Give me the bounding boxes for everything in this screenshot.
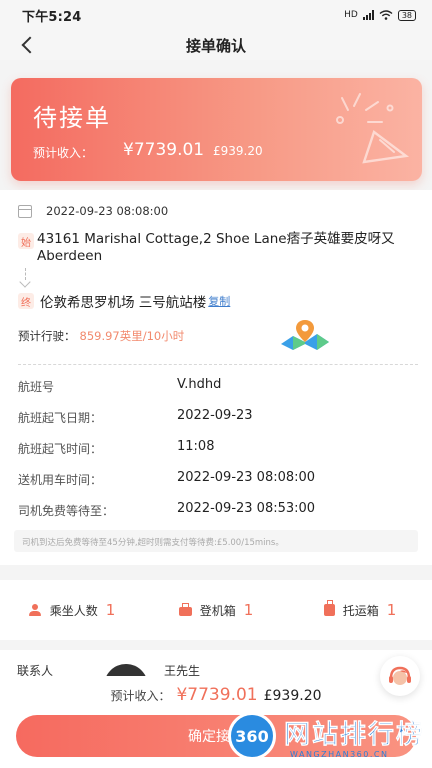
bottom-income: 预计收入： ¥7739.01 £939.20 xyxy=(0,685,432,705)
estimate-row: 预计行驶： 859.97英里/10小时 xyxy=(18,328,184,344)
income-cny: ¥7739.01 xyxy=(123,140,205,160)
passenger-value: 1 xyxy=(105,601,116,619)
luggage-icon xyxy=(323,600,335,616)
watermark: 360 网站排行榜 WANGZHAN360.CN xyxy=(228,710,428,766)
customer-service-button[interactable] xyxy=(380,656,420,696)
start-address: 43161 Marishal Cottage,2 Shoe Lane痞子英雄要皮… xyxy=(37,231,395,264)
end-address-row: 终 伦敦希思罗机场 三号航站楼 复制 xyxy=(18,291,230,311)
flight-number-value: V.hdhd xyxy=(177,377,222,392)
status-indicators: HD 38 xyxy=(344,9,416,21)
trip-info-section: 2022-09-23 08:08:00 始 43161 Marishal Cot… xyxy=(0,190,432,565)
dropoff-time-value: 2022-09-23 08:08:00 xyxy=(177,470,316,485)
route-arrow-icon xyxy=(19,276,31,288)
calendar-icon xyxy=(18,204,32,218)
map-icon[interactable] xyxy=(279,318,331,352)
hd-indicator: HD xyxy=(344,10,358,20)
order-state: 待接单 xyxy=(33,104,111,132)
flight-date-label: 航班起飞日期： xyxy=(18,411,103,425)
battery-icon: 38 xyxy=(397,9,416,21)
status-time: 下午5:24 xyxy=(22,9,82,25)
person-icon xyxy=(28,604,42,616)
fireworks-decoration-icon xyxy=(336,93,410,164)
watermark-logo: 360 xyxy=(228,712,276,760)
bottom-income-cny: ¥7739.01 xyxy=(176,685,258,705)
carry-on-count: 登机箱 1 xyxy=(144,601,288,619)
checked-bag-count: 托运箱 1 xyxy=(288,600,432,619)
nav-bar: 接单确认 xyxy=(0,30,432,60)
checked-bag-value: 1 xyxy=(386,601,397,619)
wait-fee-note: 司机到达后免费等待至45分钟,超时则需支付等待费:£5.00/15mins。 xyxy=(14,530,418,552)
estimate-label: 预计行驶： xyxy=(18,329,76,343)
estimate-value: 859.97英里/10小时 xyxy=(79,329,185,343)
end-badge: 终 xyxy=(18,293,34,309)
free-wait-label: 司机免费等待至： xyxy=(18,504,115,518)
flight-time-value: 11:08 xyxy=(177,439,215,454)
flight-time-label: 航班起飞时间： xyxy=(18,442,103,456)
income-label: 预计收入： xyxy=(33,146,94,160)
signal-icon xyxy=(362,10,374,20)
order-status-card: 待接单 预计收入： ¥7739.01 £939.20 xyxy=(11,78,422,181)
passenger-label: 乘坐人数 xyxy=(49,603,98,618)
carry-on-value: 1 xyxy=(243,601,254,619)
status-bar: 下午5:24 HD 38 xyxy=(0,0,432,30)
checked-bag-label: 托运箱 xyxy=(342,603,379,618)
passenger-count: 乘坐人数 1 xyxy=(0,601,144,619)
start-address-row: 始 43161 Marishal Cottage,2 Shoe Lane痞子英雄… xyxy=(18,231,418,265)
headset-icon xyxy=(389,666,411,685)
pickup-datetime-row: 2022-09-23 08:08:00 xyxy=(18,204,168,218)
flight-date-value: 2022-09-23 xyxy=(177,408,253,423)
pickup-datetime: 2022-09-23 08:08:00 xyxy=(46,204,169,218)
section-divider xyxy=(18,364,418,365)
suitcase-icon xyxy=(178,603,192,616)
carry-on-label: 登机箱 xyxy=(199,603,236,618)
wifi-icon xyxy=(379,10,393,20)
income-gbp: £939.20 xyxy=(213,144,263,158)
bottom-income-gbp: £939.20 xyxy=(263,688,322,704)
bottom-income-label: 预计收入： xyxy=(110,689,171,703)
watermark-subtitle: WANGZHAN360.CN xyxy=(290,750,389,759)
free-wait-value: 2022-09-23 08:53:00 xyxy=(177,501,316,516)
start-badge: 始 xyxy=(18,233,34,249)
flight-number-label: 航班号 xyxy=(18,380,55,394)
dropoff-time-label: 送机用车时间： xyxy=(18,473,103,487)
copy-link[interactable]: 复制 xyxy=(208,293,230,309)
page-title: 接单确认 xyxy=(185,36,246,55)
passenger-luggage-row: 乘坐人数 1 登机箱 1 托运箱 1 xyxy=(0,580,432,640)
end-address: 伦敦希思罗机场 三号航站楼 xyxy=(40,295,207,311)
watermark-title: 网站排行榜 xyxy=(284,720,425,751)
back-arrow-icon[interactable] xyxy=(18,34,38,56)
